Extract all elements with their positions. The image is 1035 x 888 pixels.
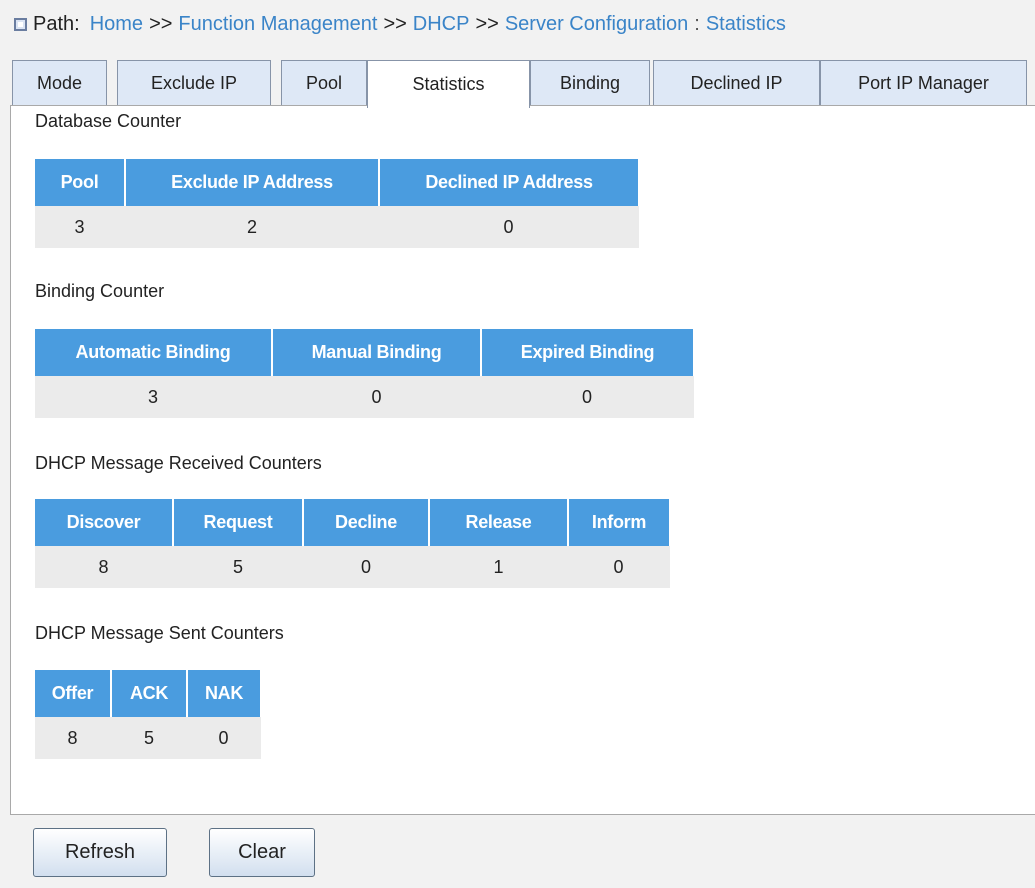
table-row: 8 5 0 1 0	[35, 546, 670, 588]
table-cell: 2	[125, 206, 380, 248]
table-row: 3 0 0	[35, 376, 694, 418]
column-header: Request	[173, 499, 304, 546]
breadcrumb: Path: Home >> Function Management >> DHC…	[14, 10, 786, 38]
column-header: Exclude IP Address	[125, 159, 380, 206]
square-icon	[14, 17, 27, 31]
binding-counter-title: Binding Counter	[35, 281, 165, 301]
column-header: Decline	[303, 499, 430, 546]
table-cell: 0	[187, 717, 261, 759]
table-cell: 3	[35, 376, 273, 418]
table-cell: 8	[35, 546, 174, 588]
column-header: Discover	[35, 499, 174, 546]
breadcrumb-home[interactable]: Home	[90, 13, 143, 36]
breadcrumb-separator: >>	[383, 12, 407, 35]
table-cell: 0	[481, 376, 694, 418]
table-header-row: Pool Exclude IP Address Declined IP Addr…	[35, 159, 638, 206]
path-label: Path:	[33, 12, 80, 35]
table-cell: 1	[429, 546, 569, 588]
tab-mode[interactable]: Mode	[12, 60, 107, 106]
column-header: NAK	[187, 670, 260, 717]
column-header: Pool	[35, 159, 126, 206]
received-counters-table: Discover Request Decline Release Inform …	[35, 499, 670, 588]
breadcrumb-colon: :	[694, 12, 700, 35]
table-header-row: Offer ACK NAK	[35, 670, 260, 717]
database-counter-table: Pool Exclude IP Address Declined IP Addr…	[35, 159, 639, 248]
breadcrumb-separator: >>	[149, 12, 173, 35]
table-row: 3 2 0	[35, 206, 639, 248]
table-row: 8 5 0	[35, 717, 261, 759]
refresh-button[interactable]: Refresh	[33, 828, 167, 877]
breadcrumb-function-management[interactable]: Function Management	[178, 13, 377, 36]
tab-declined-ip[interactable]: Declined IP	[653, 60, 820, 106]
tab-pool[interactable]: Pool	[281, 60, 367, 106]
tab-port-ip-manager[interactable]: Port IP Manager	[820, 60, 1027, 106]
statistics-panel: Database Counter Pool Exclude IP Address…	[10, 105, 1035, 815]
column-header: ACK	[111, 670, 188, 717]
sent-counters-title: DHCP Message Sent Counters	[35, 623, 284, 643]
table-cell: 8	[35, 717, 112, 759]
column-header: Inform	[568, 499, 669, 546]
table-cell: 5	[173, 546, 304, 588]
table-header-row: Automatic Binding Manual Binding Expired…	[35, 329, 693, 376]
tab-statistics[interactable]: Statistics	[367, 60, 530, 108]
tab-exclude-ip[interactable]: Exclude IP	[117, 60, 271, 106]
breadcrumb-server-configuration[interactable]: Server Configuration	[505, 13, 688, 36]
breadcrumb-current[interactable]: Statistics	[706, 13, 786, 36]
breadcrumb-dhcp[interactable]: DHCP	[413, 13, 470, 36]
column-header: Manual Binding	[272, 329, 482, 376]
table-cell: 3	[35, 206, 126, 248]
table-cell: 0	[272, 376, 482, 418]
clear-button[interactable]: Clear	[209, 828, 315, 877]
table-cell: 0	[303, 546, 430, 588]
column-header: Offer	[35, 670, 112, 717]
tab-binding[interactable]: Binding	[530, 60, 650, 106]
tab-bar: Mode Exclude IP Pool Statistics Binding …	[12, 60, 1035, 108]
breadcrumb-separator: >>	[475, 12, 499, 35]
column-header: Automatic Binding	[35, 329, 273, 376]
table-cell: 5	[111, 717, 188, 759]
column-header: Release	[429, 499, 569, 546]
database-counter-title: Database Counter	[35, 111, 182, 131]
column-header: Declined IP Address	[379, 159, 638, 206]
received-counters-title: DHCP Message Received Counters	[35, 453, 322, 473]
sent-counters-table: Offer ACK NAK 8 5 0	[35, 670, 261, 759]
table-header-row: Discover Request Decline Release Inform	[35, 499, 669, 546]
column-header: Expired Binding	[481, 329, 693, 376]
binding-counter-table: Automatic Binding Manual Binding Expired…	[35, 329, 694, 418]
table-cell: 0	[379, 206, 639, 248]
table-cell: 0	[568, 546, 670, 588]
